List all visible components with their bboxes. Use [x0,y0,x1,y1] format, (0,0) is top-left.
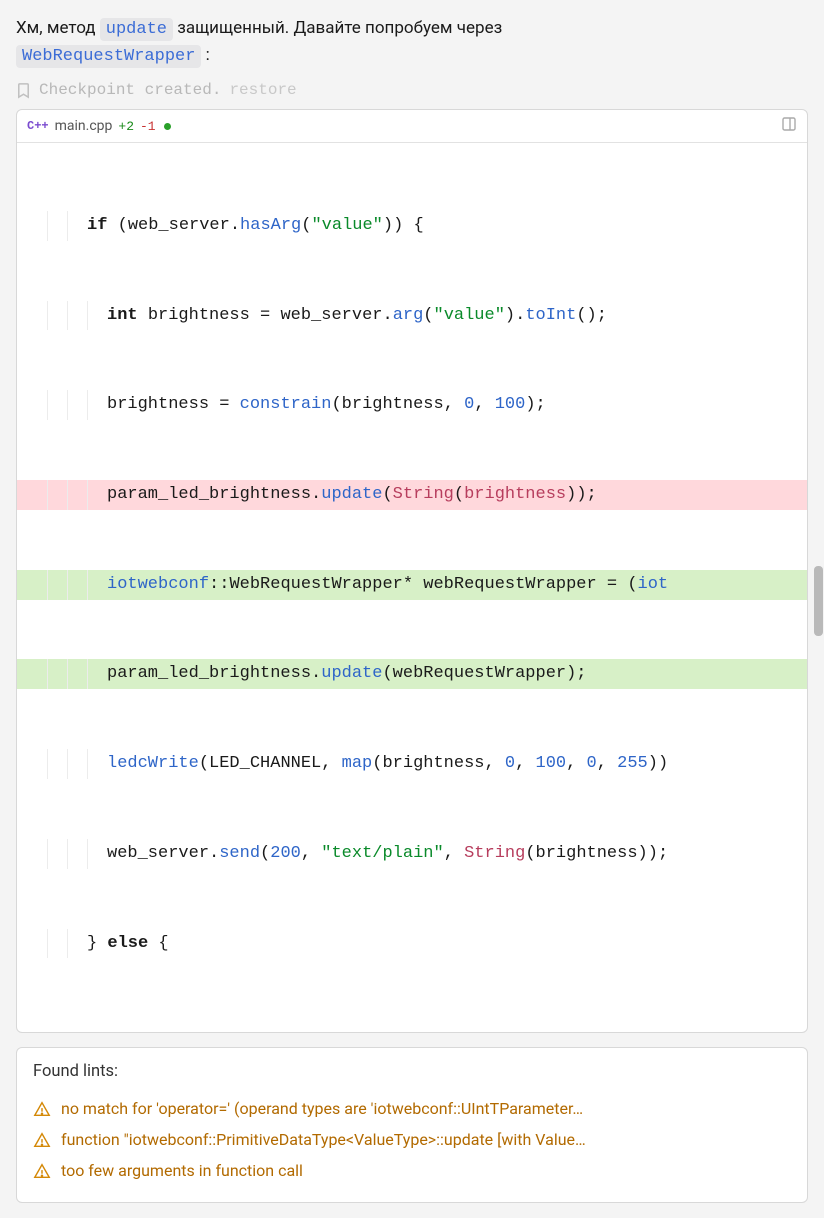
lint-item[interactable]: no match for 'operator=' (operand types … [33,1093,791,1124]
code-line: web_server.send(200, "text/plain", Strin… [17,839,807,869]
lint-item[interactable]: too few arguments in function call [33,1155,791,1186]
lints-title: Found lints: [33,1062,791,1081]
expand-icon[interactable] [781,116,797,136]
diff-additions: +2 [118,119,134,134]
checkpoint-row: Checkpoint created. restore [16,81,808,99]
restore-link[interactable]: restore [229,81,296,99]
lint-text: no match for 'operator=' (operand types … [61,1099,583,1118]
lint-item[interactable]: function "iotwebconf::PrimitiveDataType<… [33,1124,791,1155]
code-line-added: iotwebconf::WebRequestWrapper* webReques… [17,570,807,600]
bookmark-icon [16,82,31,99]
assistant-message: Хм, метод update защищенный. Давайте поп… [16,16,808,69]
lint-text: function "iotwebconf::PrimitiveDataType<… [61,1130,586,1149]
code-header: C++ main.cpp +2 -1 [17,110,807,143]
diff-deletions: -1 [140,119,156,134]
message-prefix: Хм, метод [16,18,100,38]
code-line-added: param_led_brightness.update(webRequestWr… [17,659,807,689]
cpp-file-icon: C++ [27,119,49,133]
code-diff-panel: C++ main.cpp +2 -1 if (web_server.hasArg… [16,109,808,1033]
code-line: ledcWrite(LED_CHANNEL, map(brightness, 0… [17,749,807,779]
code-line: int brightness = web_server.arg("value")… [17,301,807,331]
code-line-deleted: param_led_brightness.update(String(brigh… [17,480,807,510]
message-mid: защищенный. Давайте попробуем через [177,18,502,38]
warning-icon [33,1131,51,1149]
file-name: main.cpp [55,118,113,134]
lints-panel: Found lints: no match for 'operator=' (o… [16,1047,808,1203]
code-line: brightness = constrain(brightness, 0, 10… [17,390,807,420]
checkpoint-label: Checkpoint created. [39,81,221,99]
code-chip-update: update [100,18,173,41]
diff-status-dot [164,123,171,130]
warning-icon [33,1100,51,1118]
code-chip-wrapper: WebRequestWrapper [16,45,201,68]
kw-if: if [87,216,107,235]
warning-icon [33,1162,51,1180]
scrollbar-thumb[interactable] [814,566,823,636]
message-suffix: : [206,45,210,65]
code-line: } else { [17,929,807,959]
code-body: if (web_server.hasArg("value")) { int br… [17,143,807,1032]
code-line: if (web_server.hasArg("value")) { [17,211,807,241]
lint-text: too few arguments in function call [61,1161,303,1180]
